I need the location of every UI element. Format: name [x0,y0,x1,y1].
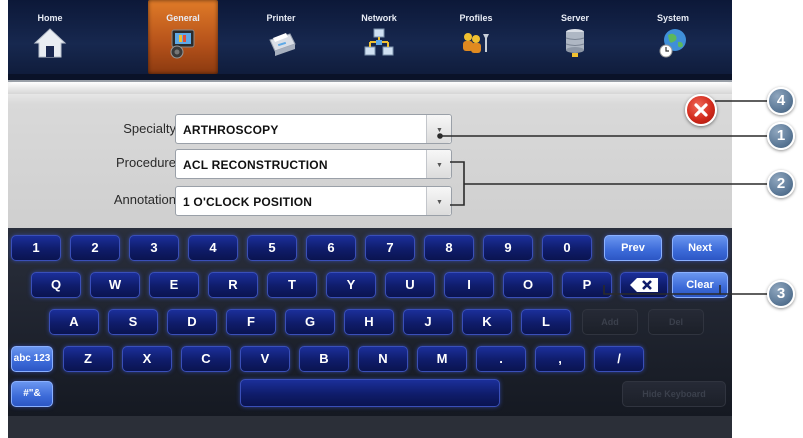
callout-4: 4 [767,87,795,115]
callout-3: 3 [767,280,795,308]
callout-leader-lines [437,100,768,295]
callout-2: 2 [767,170,795,198]
callout-1: 1 [767,122,795,150]
